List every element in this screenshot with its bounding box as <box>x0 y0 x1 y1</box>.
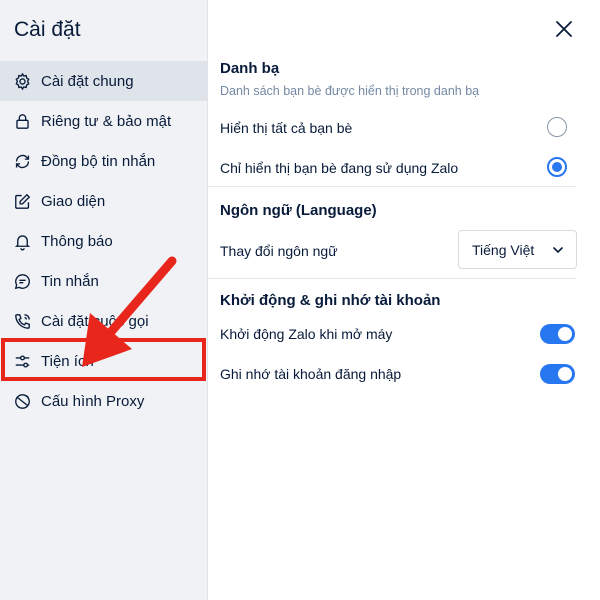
section-divider <box>208 278 576 279</box>
change-language-label: Thay đổi ngôn ngữ <box>220 243 338 259</box>
bell-icon <box>12 231 32 251</box>
show-zalo-friends-label: Chỉ hiển thị bạn bè đang sử dụng Zalo <box>220 160 459 176</box>
language-section-title: Ngôn ngữ (Language) <box>220 202 377 219</box>
launch-on-startup-toggle[interactable] <box>540 324 575 344</box>
sidebar-item-proxy[interactable]: Cấu hình Proxy <box>0 381 207 421</box>
show-all-friends-label: Hiển thị tất cả bạn bè <box>220 120 353 136</box>
contacts-section-subtitle: Danh sách bạn bè được hiển thị trong dan… <box>220 84 480 98</box>
settings-menu: Cài đặt chung Riêng tư & bảo mật Đồng bộ… <box>0 61 207 421</box>
sidebar-item-sync[interactable]: Đồng bộ tin nhắn <box>0 141 207 181</box>
show-zalo-friends-radio[interactable] <box>547 157 567 177</box>
sidebar-item-label: Thông báo <box>41 232 113 250</box>
sidebar-item-label: Đồng bộ tin nhắn <box>41 152 156 170</box>
remember-account-label: Ghi nhớ tài khoản đăng nhập <box>220 366 402 382</box>
sliders-icon <box>12 351 32 371</box>
language-select[interactable]: Tiếng Việt <box>458 230 577 269</box>
sidebar-item-label: Cài đặt cuộc gọi <box>41 312 149 330</box>
sidebar-item-utilities[interactable]: Tiện ích <box>0 341 207 381</box>
language-select-value: Tiếng Việt <box>472 241 535 258</box>
sidebar-item-calls[interactable]: Cài đặt cuộc gọi <box>0 301 207 341</box>
phone-icon <box>12 311 32 331</box>
sidebar-item-label: Riêng tư & bảo mật <box>41 112 172 130</box>
sync-icon <box>12 151 32 171</box>
sidebar-item-appearance[interactable]: Giao diện <box>0 181 207 221</box>
show-all-friends-radio[interactable] <box>547 117 567 137</box>
close-icon <box>556 21 572 37</box>
sidebar-item-label: Cấu hình Proxy <box>41 392 145 410</box>
startup-section-title: Khởi động & ghi nhớ tài khoản <box>220 292 441 309</box>
settings-content: Danh bạ Danh sách bạn bè được hiển thị t… <box>208 0 600 600</box>
sidebar-item-label: Tiện ích <box>41 352 94 370</box>
sidebar-item-label: Cài đặt chung <box>41 72 134 90</box>
chat-icon <box>12 271 32 291</box>
close-button[interactable] <box>553 18 575 40</box>
proxy-icon <box>12 391 32 411</box>
lock-icon <box>12 111 32 131</box>
gear-icon <box>12 71 32 91</box>
settings-sidebar: Cài đặt Cài đặt chung Riêng tư & bảo mật… <box>0 0 208 600</box>
chevron-down-icon <box>553 247 563 254</box>
sidebar-item-notifications[interactable]: Thông báo <box>0 221 207 261</box>
sidebar-item-messages[interactable]: Tin nhắn <box>0 261 207 301</box>
sidebar-item-general[interactable]: Cài đặt chung <box>0 61 207 101</box>
remember-account-toggle[interactable] <box>540 364 575 384</box>
contacts-section-title: Danh bạ <box>220 60 280 77</box>
sidebar-item-label: Tin nhắn <box>41 272 99 290</box>
sidebar-item-label: Giao diện <box>41 192 106 210</box>
launch-on-startup-label: Khởi động Zalo khi mở máy <box>220 326 393 342</box>
edit-icon <box>12 191 32 211</box>
section-divider <box>208 186 576 187</box>
sidebar-item-privacy[interactable]: Riêng tư & bảo mật <box>0 101 207 141</box>
sidebar-title: Cài đặt <box>14 18 81 41</box>
